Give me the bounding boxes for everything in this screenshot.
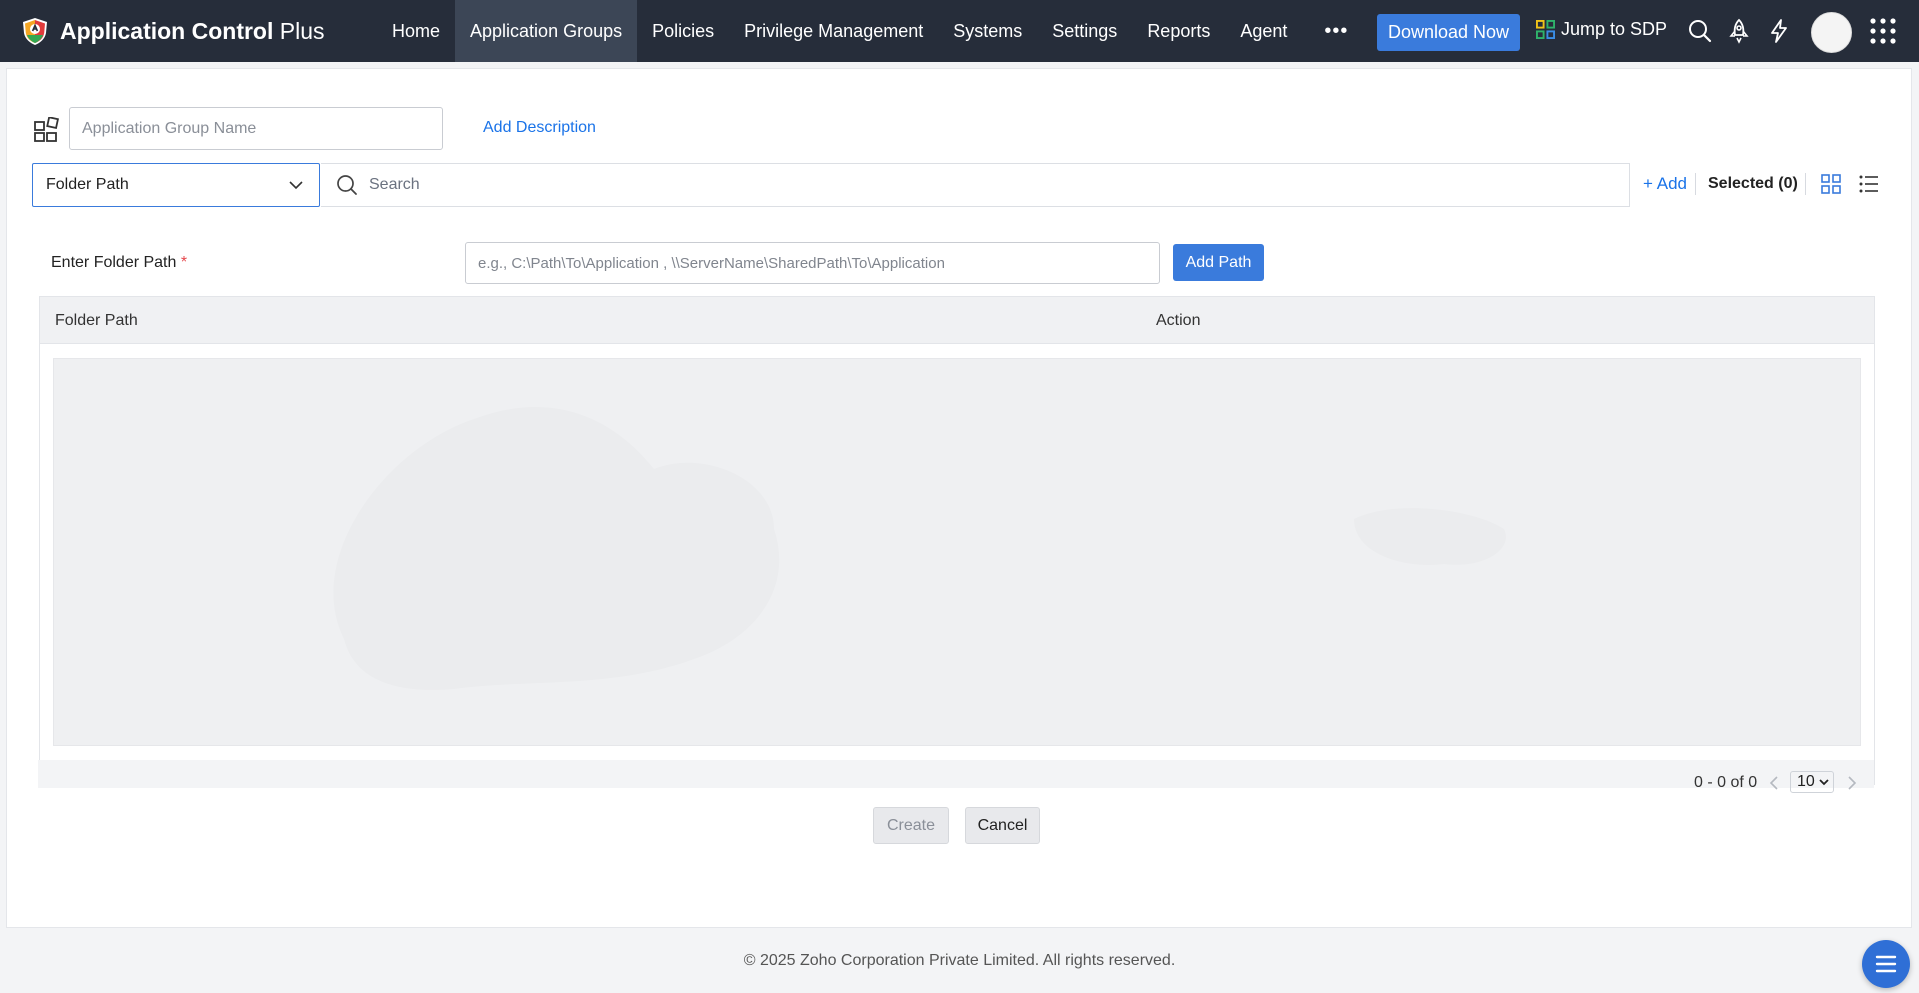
more-menu-icon[interactable]: ••• [1302,0,1370,62]
search-bar [321,163,1630,207]
user-avatar-icon [1812,13,1851,52]
add-description-link[interactable]: Add Description [483,119,596,137]
pagination-bar [38,760,1874,788]
app-title: Application Control Plus [60,18,325,45]
nav-application-groups[interactable]: Application Groups [455,0,638,62]
chevron-right-icon[interactable] [1845,775,1859,791]
chevron-down-icon [289,181,303,190]
nav-agent[interactable]: Agent [1225,0,1302,62]
main-nav: Home Application Groups Policies Privile… [377,0,1370,62]
application-group-icon [34,117,59,142]
column-header-folder-path: Folder Path [55,312,138,329]
nav-home[interactable]: Home [377,0,455,62]
chevron-left-icon[interactable] [1767,775,1781,791]
folder-path-label-text: Enter Folder Path [51,254,177,271]
app-title-light: Plus [279,17,325,44]
jump-to-sdp-link[interactable]: Jump to SDP [1536,19,1667,40]
app-title-bold: Application Control [60,17,274,44]
add-button[interactable]: + Add [1643,174,1687,194]
folder-path-label: Enter Folder Path * [51,254,187,272]
jump-to-sdp-label: Jump to SDP [1561,19,1668,39]
plus-icon: + [1643,174,1653,193]
hamburger-icon [1875,955,1897,973]
nav-reports[interactable]: Reports [1132,0,1225,62]
top-navbar: Application Control Plus Home Applicatio… [0,0,1919,62]
search-icon[interactable] [1687,18,1713,44]
filter-type-dropdown[interactable]: Folder Path [32,163,320,207]
grid-view-icon[interactable] [1820,173,1842,195]
application-group-name-input[interactable] [69,107,443,150]
download-now-button[interactable]: Download Now [1377,14,1520,51]
list-view-icon[interactable] [1858,173,1880,195]
help-menu-button[interactable] [1862,940,1910,988]
table-header: Folder Path Action [40,297,1874,344]
page-size-value: 10 [1797,773,1815,790]
nav-privilege-management[interactable]: Privilege Management [729,0,938,62]
cancel-button[interactable]: Cancel [965,807,1040,844]
apps-grid-icon[interactable] [1869,17,1897,45]
search-input[interactable] [367,175,1571,195]
divider [1805,173,1806,195]
add-path-button[interactable]: Add Path [1173,244,1264,281]
pagination-range: 0 - 0 of 0 [1694,774,1758,791]
avatar[interactable] [1811,12,1852,53]
divider [1695,173,1696,195]
create-button[interactable]: Create [873,807,949,844]
folder-path-table: Folder Path Action [39,296,1875,785]
nav-systems[interactable]: Systems [938,0,1037,62]
required-mark: * [180,254,188,271]
lightning-icon[interactable] [1766,18,1792,44]
app-logo-icon [23,18,47,45]
page-size-select[interactable]: 10 [1790,771,1834,793]
copyright-footer: © 2025 Zoho Corporation Private Limited.… [743,952,1176,969]
column-header-action: Action [1156,312,1201,329]
application-group-form-card: Add Description Folder Path + Add Select… [6,68,1912,928]
empty-state-illustration-icon [333,407,1506,690]
sdp-icon [1536,20,1555,39]
nav-settings[interactable]: Settings [1037,0,1132,62]
brand-area[interactable]: Application Control Plus [20,16,350,46]
search-icon [337,175,357,195]
chevron-down-icon [1819,779,1829,786]
selected-count[interactable]: Selected (0) [1708,175,1798,193]
add-label: Add [1656,174,1687,193]
nav-policies[interactable]: Policies [637,0,729,62]
rocket-icon[interactable] [1726,18,1752,44]
filter-type-value: Folder Path [46,176,129,193]
empty-state [53,358,1861,746]
folder-path-input[interactable] [465,242,1160,284]
